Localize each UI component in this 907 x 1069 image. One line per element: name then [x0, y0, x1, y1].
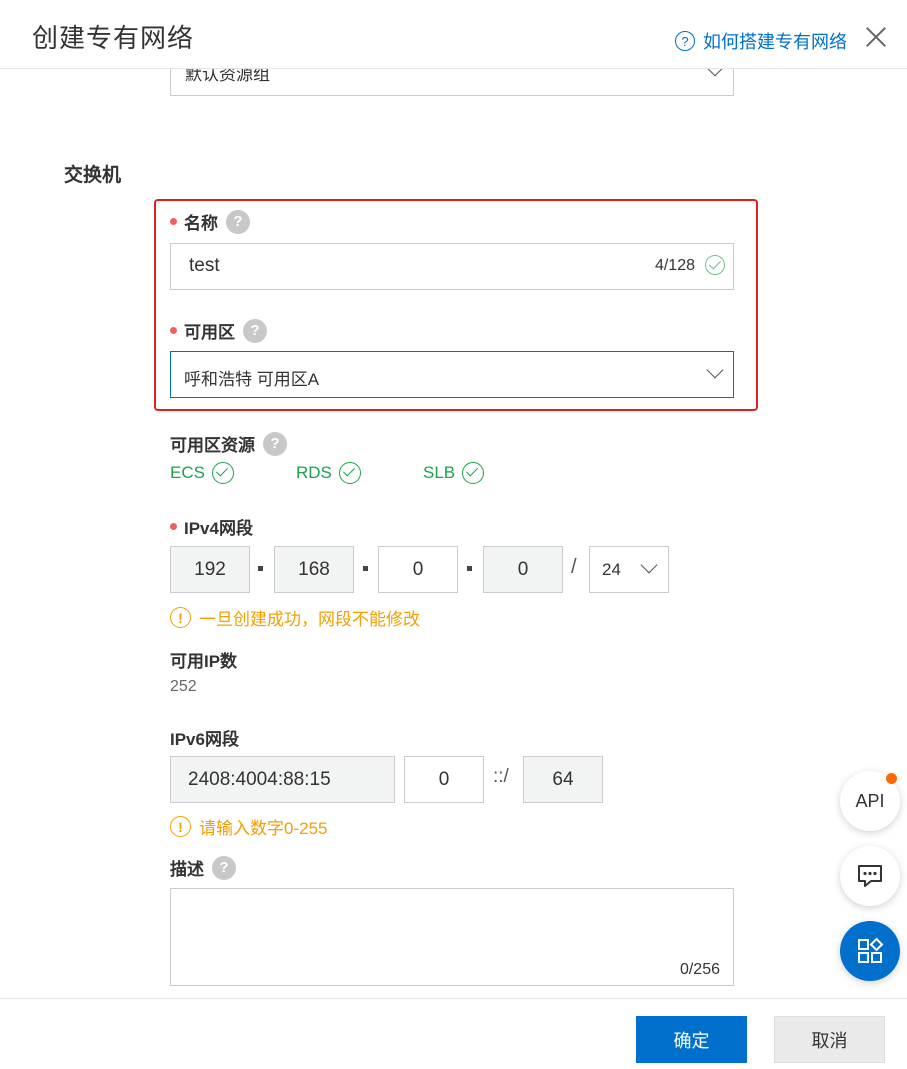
resource-slb-label: SLB [423, 463, 456, 482]
apps-icon [858, 937, 884, 963]
available-ip-value: 252 [170, 678, 197, 695]
dialog-header: 创建专有网络 ? 如何搭建专有网络 [0, 0, 907, 69]
confirm-button[interactable]: 确定 [636, 1016, 747, 1063]
description-counter: 0/256 [679, 961, 720, 978]
available-ip-label: 可用IP数 [170, 647, 237, 672]
zone-resources-label-text: 可用区资源 [170, 436, 255, 455]
required-dot [170, 327, 177, 334]
dialog-title: 创建专有网络 [32, 23, 195, 53]
zone-select[interactable]: 呼和浩特 可用区A [170, 351, 734, 398]
chevron-down-icon [706, 361, 724, 379]
apps-button[interactable] [840, 921, 900, 981]
zone-label-text: 可用区 [184, 323, 235, 342]
ipv4-octet-4: 0 [483, 546, 563, 593]
notification-dot [886, 773, 897, 784]
section-title-vswitch: 交换机 [64, 165, 122, 186]
check-circle-icon [462, 462, 485, 484]
check-circle-icon [705, 255, 725, 275]
ipv4-octet-2: 168 [274, 546, 354, 593]
description-label: 描述 ? [170, 855, 236, 880]
required-dot [170, 218, 177, 225]
close-icon[interactable] [865, 26, 887, 48]
description-textarea[interactable]: 0/256 [170, 888, 734, 986]
ipv6-value-input[interactable]: 0 [404, 756, 484, 803]
chat-button[interactable] [840, 846, 900, 906]
ipv6-mask: 64 [523, 756, 603, 803]
resource-ecs-label: ECS [170, 463, 205, 482]
resource-ecs: ECS [170, 462, 234, 484]
api-label: API [855, 790, 885, 811]
chevron-down-icon [640, 556, 658, 574]
ipv4-warning-text: 一旦创建成功，网段不能修改 [199, 610, 420, 629]
octet-separator [258, 566, 263, 571]
warning-icon: ! [170, 816, 191, 837]
cancel-button[interactable]: 取消 [774, 1016, 885, 1063]
ipv6-separator: ::/ [493, 766, 509, 787]
ipv6-warning-text: 请输入数字0-255 [199, 819, 328, 838]
check-circle-icon [211, 462, 234, 484]
octet-separator [363, 566, 368, 571]
ipv6-prefix: 2408:4004:88:15 [170, 756, 395, 803]
help-circle-icon: ? [675, 31, 695, 51]
warning-icon: ! [170, 607, 191, 628]
ipv4-label-text: IPv4网段 [184, 519, 253, 538]
ipv4-mask-value: 24 [602, 560, 621, 579]
ipv6-label: IPv6网段 [170, 725, 239, 750]
name-label-text: 名称 [184, 214, 218, 233]
zone-select-value: 呼和浩特 可用区A [184, 370, 320, 389]
ipv4-octet-1: 192 [170, 546, 250, 593]
available-ip-label-text: 可用IP数 [170, 652, 238, 671]
question-icon[interactable]: ? [243, 318, 267, 343]
ipv4-mask-select[interactable]: 24 [589, 546, 669, 593]
ipv4-octet-3[interactable]: 0 [378, 546, 458, 593]
help-link[interactable]: ? 如何搭建专有网络 [675, 28, 847, 54]
check-circle-icon [338, 462, 361, 484]
description-label-text: 描述 [170, 860, 204, 879]
mask-slash: / [571, 556, 577, 578]
question-icon[interactable]: ? [263, 431, 287, 456]
dialog-footer: 确定 取消 [0, 998, 907, 1069]
name-input[interactable]: test 4/128 [170, 243, 734, 290]
octet-separator [467, 566, 472, 571]
chat-icon [858, 865, 882, 887]
zone-resources-label: 可用区资源 ? [170, 431, 287, 456]
ipv6-warning: ! 请输入数字0-255 [170, 814, 327, 839]
api-button[interactable]: API [840, 771, 900, 831]
resource-slb: SLB [423, 462, 485, 484]
required-dot [170, 523, 177, 530]
ipv6-label-text: IPv6网段 [170, 730, 239, 749]
name-input-value: test [189, 255, 220, 276]
help-link-label: 如何搭建专有网络 [703, 32, 847, 52]
resource-rds-label: RDS [296, 463, 332, 482]
question-icon[interactable]: ? [226, 209, 250, 234]
name-counter: 4/128 [654, 257, 695, 274]
name-label: 名称 ? [170, 209, 250, 234]
ipv4-warning: ! 一旦创建成功，网段不能修改 [170, 605, 420, 630]
ipv4-label: IPv4网段 [170, 514, 253, 539]
resource-rds: RDS [296, 462, 361, 484]
zone-label: 可用区 ? [170, 318, 267, 343]
question-icon[interactable]: ? [212, 855, 236, 880]
